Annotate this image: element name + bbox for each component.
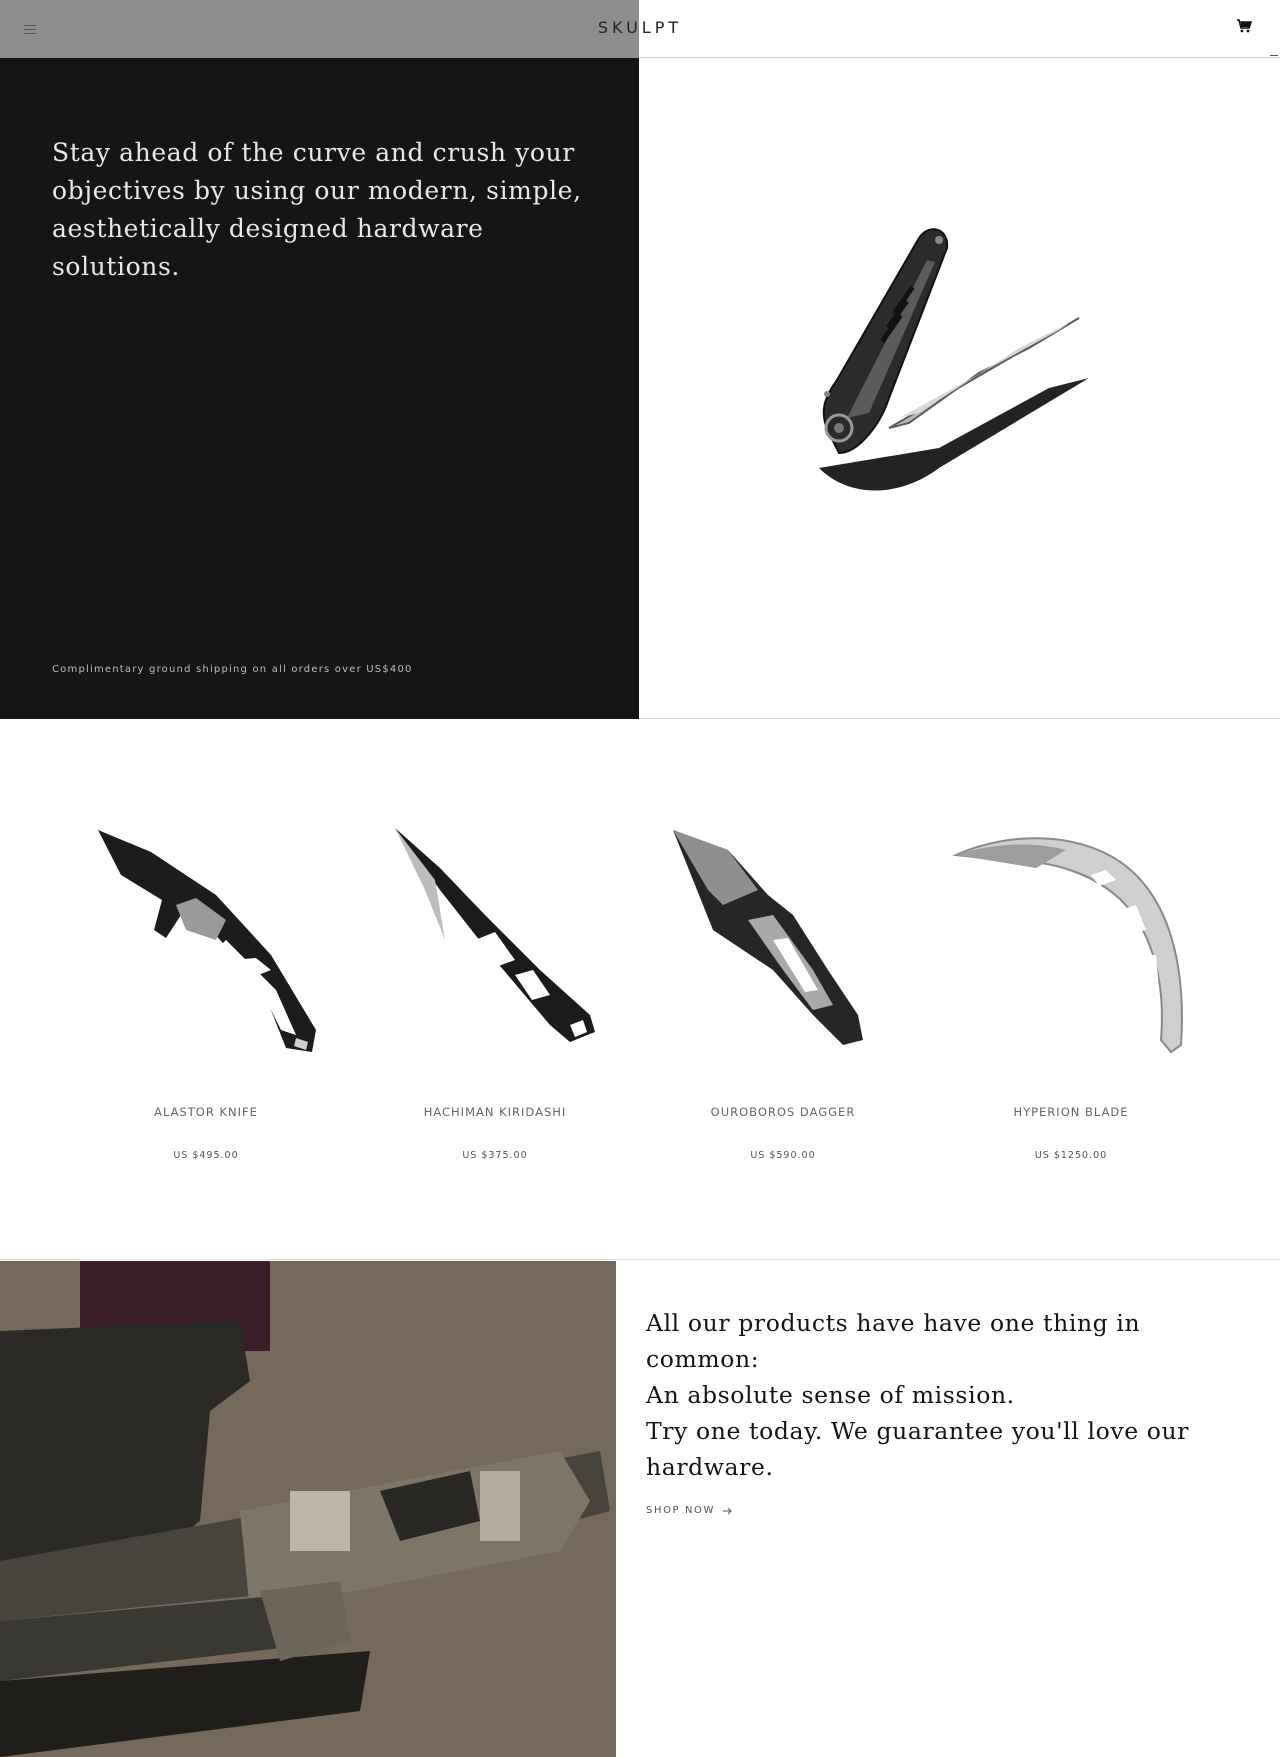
product-name[interactable]: ALASTOR KNIFE (76, 1105, 336, 1119)
hero-text-panel: Stay ahead of the curve and crush your o… (0, 58, 639, 719)
hero-section: Stay ahead of the curve and crush your o… (0, 58, 1280, 719)
hero-image-panel (639, 58, 1280, 719)
site-header: SKULPT (0, 0, 1280, 58)
hyperion-blade-image (952, 837, 1183, 1054)
product-card[interactable]: HACHIMAN KIRIDASHI US $375.00 (365, 820, 625, 1161)
cart-button[interactable] (1236, 18, 1258, 38)
shopping-cart-icon (1237, 19, 1253, 33)
mission-line: All our products have have one thing in … (646, 1309, 1141, 1373)
shop-now-link[interactable]: SHOP NOW (646, 1505, 733, 1516)
scroll-edge-marker (1270, 55, 1278, 56)
hamburger-icon (24, 24, 36, 26)
hero-headline: Stay ahead of the curve and crush your o… (52, 138, 582, 281)
product-price: US $1250.00 (1034, 1150, 1108, 1161)
product-price: US $375.00 (462, 1150, 528, 1161)
alastor-knife-image (98, 830, 316, 1052)
menu-button[interactable] (18, 18, 42, 40)
shipping-note: Complimentary ground shipping on all ord… (52, 664, 413, 675)
mission-section: All our products have have one thing in … (0, 1261, 1280, 1757)
ouroboros-dagger-image (673, 830, 863, 1045)
product-card[interactable]: OUROBOROS DAGGER US $590.00 (653, 820, 913, 1161)
arrow-right-icon (723, 1507, 732, 1514)
product-name[interactable]: HYPERION BLADE (941, 1105, 1201, 1119)
rifle-muzzle-image (0, 1261, 616, 1757)
product-grid: ALASTOR KNIFE US $495.00 HACHIMAN KIRIDA… (0, 720, 1280, 1260)
folding-knife-image (819, 228, 1089, 491)
product-name[interactable]: HACHIMAN KIRIDASHI (365, 1105, 625, 1119)
product-price: US $590.00 (750, 1150, 816, 1161)
hachiman-kiridashi-image (395, 828, 595, 1042)
product-price: US $495.00 (173, 1150, 239, 1161)
header-overlay (0, 0, 639, 58)
mission-line: Try one today. We guarantee you'll love … (646, 1417, 1190, 1481)
shop-now-label: SHOP NOW (646, 1505, 715, 1516)
product-card[interactable]: ALASTOR KNIFE US $495.00 (76, 820, 336, 1161)
product-name[interactable]: OUROBOROS DAGGER (653, 1105, 913, 1119)
mission-text: All our products have have one thing in … (646, 1305, 1236, 1518)
product-card[interactable]: HYPERION BLADE US $1250.00 (941, 820, 1201, 1161)
mission-line: An absolute sense of mission. (646, 1381, 1015, 1409)
